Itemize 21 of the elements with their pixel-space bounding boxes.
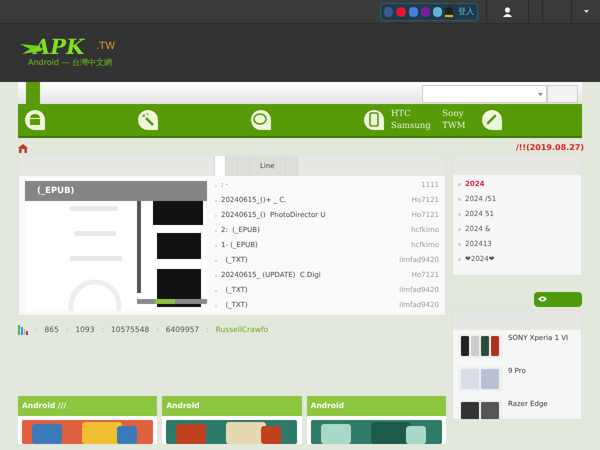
- bar-chart-icon: [18, 325, 28, 335]
- user-icon[interactable]: [503, 6, 512, 16]
- site-logo[interactable]: APK .TW Android — 台灣中文網: [20, 40, 120, 70]
- home-icon[interactable]: [18, 144, 28, 152]
- login-link[interactable]: 登入: [458, 6, 474, 18]
- view-button[interactable]: [534, 292, 582, 306]
- notice-link[interactable]: /!!(2019.08.27): [516, 142, 584, 154]
- bullet-icon: [458, 258, 461, 261]
- caret-icon: [538, 92, 543, 96]
- search-select[interactable]: [422, 85, 547, 103]
- phone-icon[interactable]: [363, 109, 385, 131]
- eye-icon: [538, 296, 547, 302]
- feature-caption[interactable]: (_EPUB): [37, 184, 74, 198]
- chat-bubble-icon[interactable]: [250, 109, 272, 131]
- bullet-icon: [458, 243, 461, 246]
- bullet-icon: [458, 198, 461, 201]
- bullet-icon: [458, 228, 461, 231]
- bullet-icon: [458, 213, 461, 216]
- bullet-icon: [458, 183, 461, 186]
- magic-wand-icon[interactable]: [137, 109, 159, 131]
- caret-icon[interactable]: [584, 10, 588, 13]
